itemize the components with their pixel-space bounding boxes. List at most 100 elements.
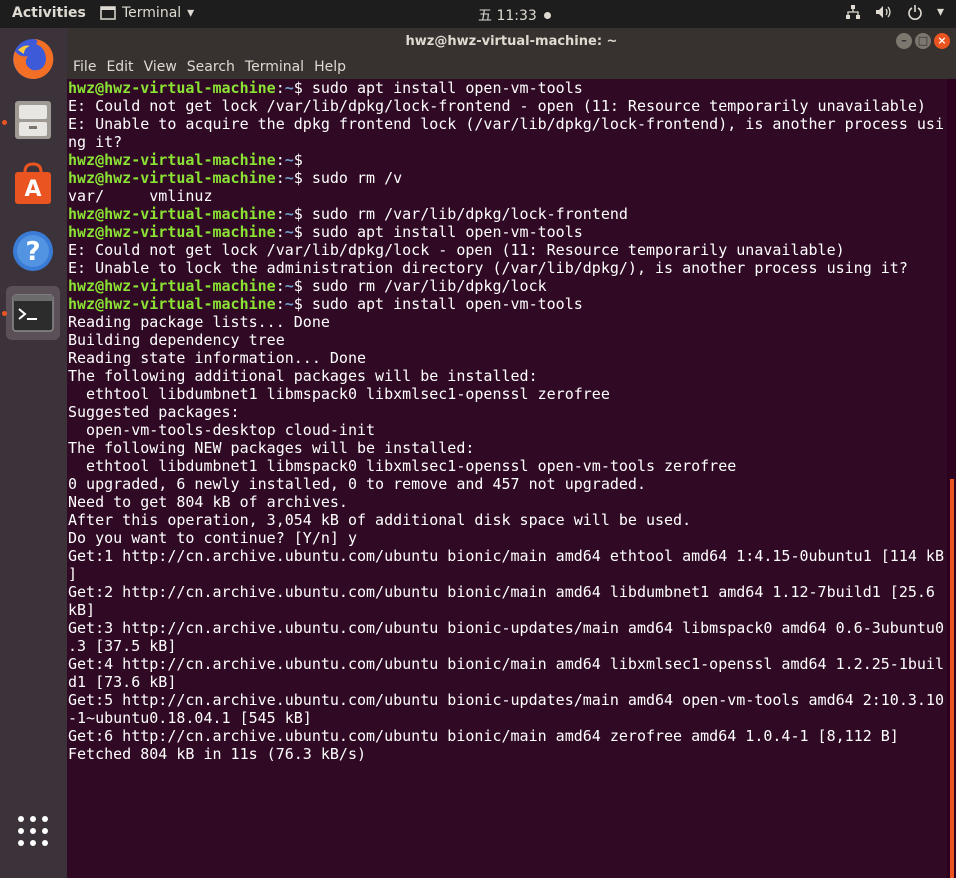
menu-search[interactable]: Search [187, 59, 235, 75]
prompt-path: ~ [284, 205, 294, 223]
output-line: Suggested packages: [68, 403, 240, 421]
running-indicator [2, 120, 7, 125]
prompt-colon: : [275, 169, 285, 187]
prompt-user: hwz@hwz-virtual-machine [68, 79, 276, 97]
menu-file[interactable]: File [73, 59, 96, 75]
svg-text:A: A [24, 177, 41, 202]
menu-help[interactable]: Help [314, 59, 346, 75]
maximize-icon[interactable]: □ [915, 33, 931, 49]
output-line: open-vm-tools-desktop cloud-init [68, 421, 376, 439]
output-line: Reading package lists... Done [68, 313, 330, 331]
dock-terminal[interactable] [6, 286, 60, 340]
files-icon [15, 101, 51, 139]
dock-software[interactable]: A [6, 158, 60, 212]
app-menu-label: Terminal [122, 5, 182, 21]
output-line: ] [68, 565, 78, 583]
terminal-small-icon [100, 6, 116, 20]
output-line: -1~ubuntu0.18.04.1 [545 kB] [68, 709, 312, 727]
output-line: Get:6 http://cn.archive.ubuntu.com/ubunt… [68, 727, 899, 745]
prompt-line: hwz@hwz-virtual-machine:~$ sudo apt inst… [68, 223, 947, 241]
output-line: Reading state information... Done [68, 349, 367, 367]
output-line: Get:4 http://cn.archive.ubuntu.com/ubunt… [68, 655, 944, 673]
software-icon: A [15, 162, 51, 204]
chevron-down-icon: ▾ [187, 5, 195, 21]
output-line: Get:3 http://cn.archive.ubuntu.com/ubunt… [68, 619, 944, 637]
prompt-command: $ sudo apt install open-vm-tools [293, 79, 583, 97]
prompt-user: hwz@hwz-virtual-machine [68, 205, 276, 223]
running-indicator [2, 311, 7, 316]
prompt-user: hwz@hwz-virtual-machine [68, 295, 276, 313]
prompt-user: hwz@hwz-virtual-machine [68, 151, 276, 169]
prompt-path: ~ [284, 295, 294, 313]
menu-view[interactable]: View [144, 59, 177, 75]
output-line: Fetched 804 kB in 11s (76.3 kB/s) [68, 745, 367, 763]
app-menu[interactable]: Terminal ▾ [100, 5, 194, 21]
output-line: E: Could not get lock /var/lib/dpkg/lock… [68, 241, 845, 259]
prompt-command: $ sudo rm /v [293, 169, 403, 187]
dock-files[interactable] [6, 93, 60, 147]
dock-show-applications[interactable] [6, 804, 60, 858]
prompt-colon: : [275, 151, 285, 169]
output-line: Get:5 http://cn.archive.ubuntu.com/ubunt… [68, 691, 944, 709]
prompt-user: hwz@hwz-virtual-machine [68, 223, 276, 241]
window-titlebar[interactable]: hwz@hwz-virtual-machine: ~ – □ × [67, 28, 956, 55]
prompt-line: hwz@hwz-virtual-machine:~$ sudo apt inst… [68, 295, 947, 313]
activities-button[interactable]: Activities [12, 5, 86, 21]
prompt-line: hwz@hwz-virtual-machine:~$ [68, 151, 947, 169]
output-line: ng it? [68, 133, 123, 151]
prompt-command: $ [293, 151, 303, 169]
menu-terminal[interactable]: Terminal [245, 59, 304, 75]
dock-help[interactable]: ? [6, 224, 60, 278]
prompt-path: ~ [284, 79, 294, 97]
prompt-colon: : [275, 277, 285, 295]
clock[interactable]: 五 11:33 [478, 5, 551, 25]
prompt-line: hwz@hwz-virtual-machine:~$ sudo rm /v [68, 169, 947, 187]
prompt-colon: : [275, 295, 285, 313]
top-bar: Activities Terminal ▾ 五 11:33 ▾ [0, 0, 956, 28]
scrollbar[interactable] [950, 479, 954, 878]
power-icon[interactable] [907, 4, 923, 20]
prompt-command: $ sudo apt install open-vm-tools [293, 223, 583, 241]
firefox-icon [13, 38, 54, 79]
output-line: E: Unable to acquire the dpkg frontend l… [68, 115, 944, 133]
system-tray[interactable]: ▾ [845, 4, 944, 20]
output-line: Building dependency tree [68, 331, 285, 349]
prompt-path: ~ [284, 277, 294, 295]
close-icon[interactable]: × [934, 33, 950, 49]
chevron-down-icon[interactable]: ▾ [937, 4, 944, 20]
menu-edit[interactable]: Edit [106, 59, 133, 75]
terminal-output[interactable]: hwz@hwz-virtual-machine:~$ sudo apt inst… [67, 79, 947, 878]
prompt-line: hwz@hwz-virtual-machine:~$ sudo rm /var/… [68, 205, 947, 223]
output-line: E: Unable to lock the administration dir… [68, 259, 908, 277]
output-line: Do you want to continue? [Y/n] y [68, 529, 357, 547]
svg-text:?: ? [25, 237, 40, 267]
menu-bar: File Edit View Search Terminal Help [67, 55, 956, 79]
prompt-colon: : [275, 79, 285, 97]
output-line: Get:2 http://cn.archive.ubuntu.com/ubunt… [68, 583, 935, 601]
output-line: Get:1 http://cn.archive.ubuntu.com/ubunt… [68, 547, 944, 565]
output-line: 0 upgraded, 6 newly installed, 0 to remo… [68, 475, 646, 493]
output-line: ethtool libdumbnet1 libmspack0 libxmlsec… [68, 457, 737, 475]
prompt-command: $ sudo apt install open-vm-tools [293, 295, 583, 313]
apps-grid-icon [18, 816, 48, 846]
prompt-line: hwz@hwz-virtual-machine:~$ sudo apt inst… [68, 79, 947, 97]
prompt-line: hwz@hwz-virtual-machine:~$ sudo rm /var/… [68, 277, 947, 295]
notification-dot-icon [543, 11, 551, 19]
prompt-colon: : [275, 223, 285, 241]
prompt-command: $ sudo rm /var/lib/dpkg/lock-frontend [293, 205, 628, 223]
prompt-colon: : [275, 205, 285, 223]
window-controls: – □ × [896, 33, 950, 49]
help-icon: ? [13, 231, 53, 271]
dock-firefox[interactable] [6, 32, 60, 86]
clock-label: 五 11:33 [478, 8, 537, 24]
volume-icon[interactable] [875, 4, 893, 20]
prompt-path: ~ [284, 151, 294, 169]
output-line: Need to get 804 kB of archives. [68, 493, 348, 511]
prompt-path: ~ [284, 223, 294, 241]
minimize-icon[interactable]: – [896, 33, 912, 49]
dock: A ? [0, 28, 67, 878]
output-line: E: Could not get lock /var/lib/dpkg/lock… [68, 97, 926, 115]
network-icon[interactable] [845, 4, 861, 20]
output-line: After this operation, 3,054 kB of additi… [68, 511, 692, 529]
output-line: var/ vmlinuz [68, 187, 213, 205]
